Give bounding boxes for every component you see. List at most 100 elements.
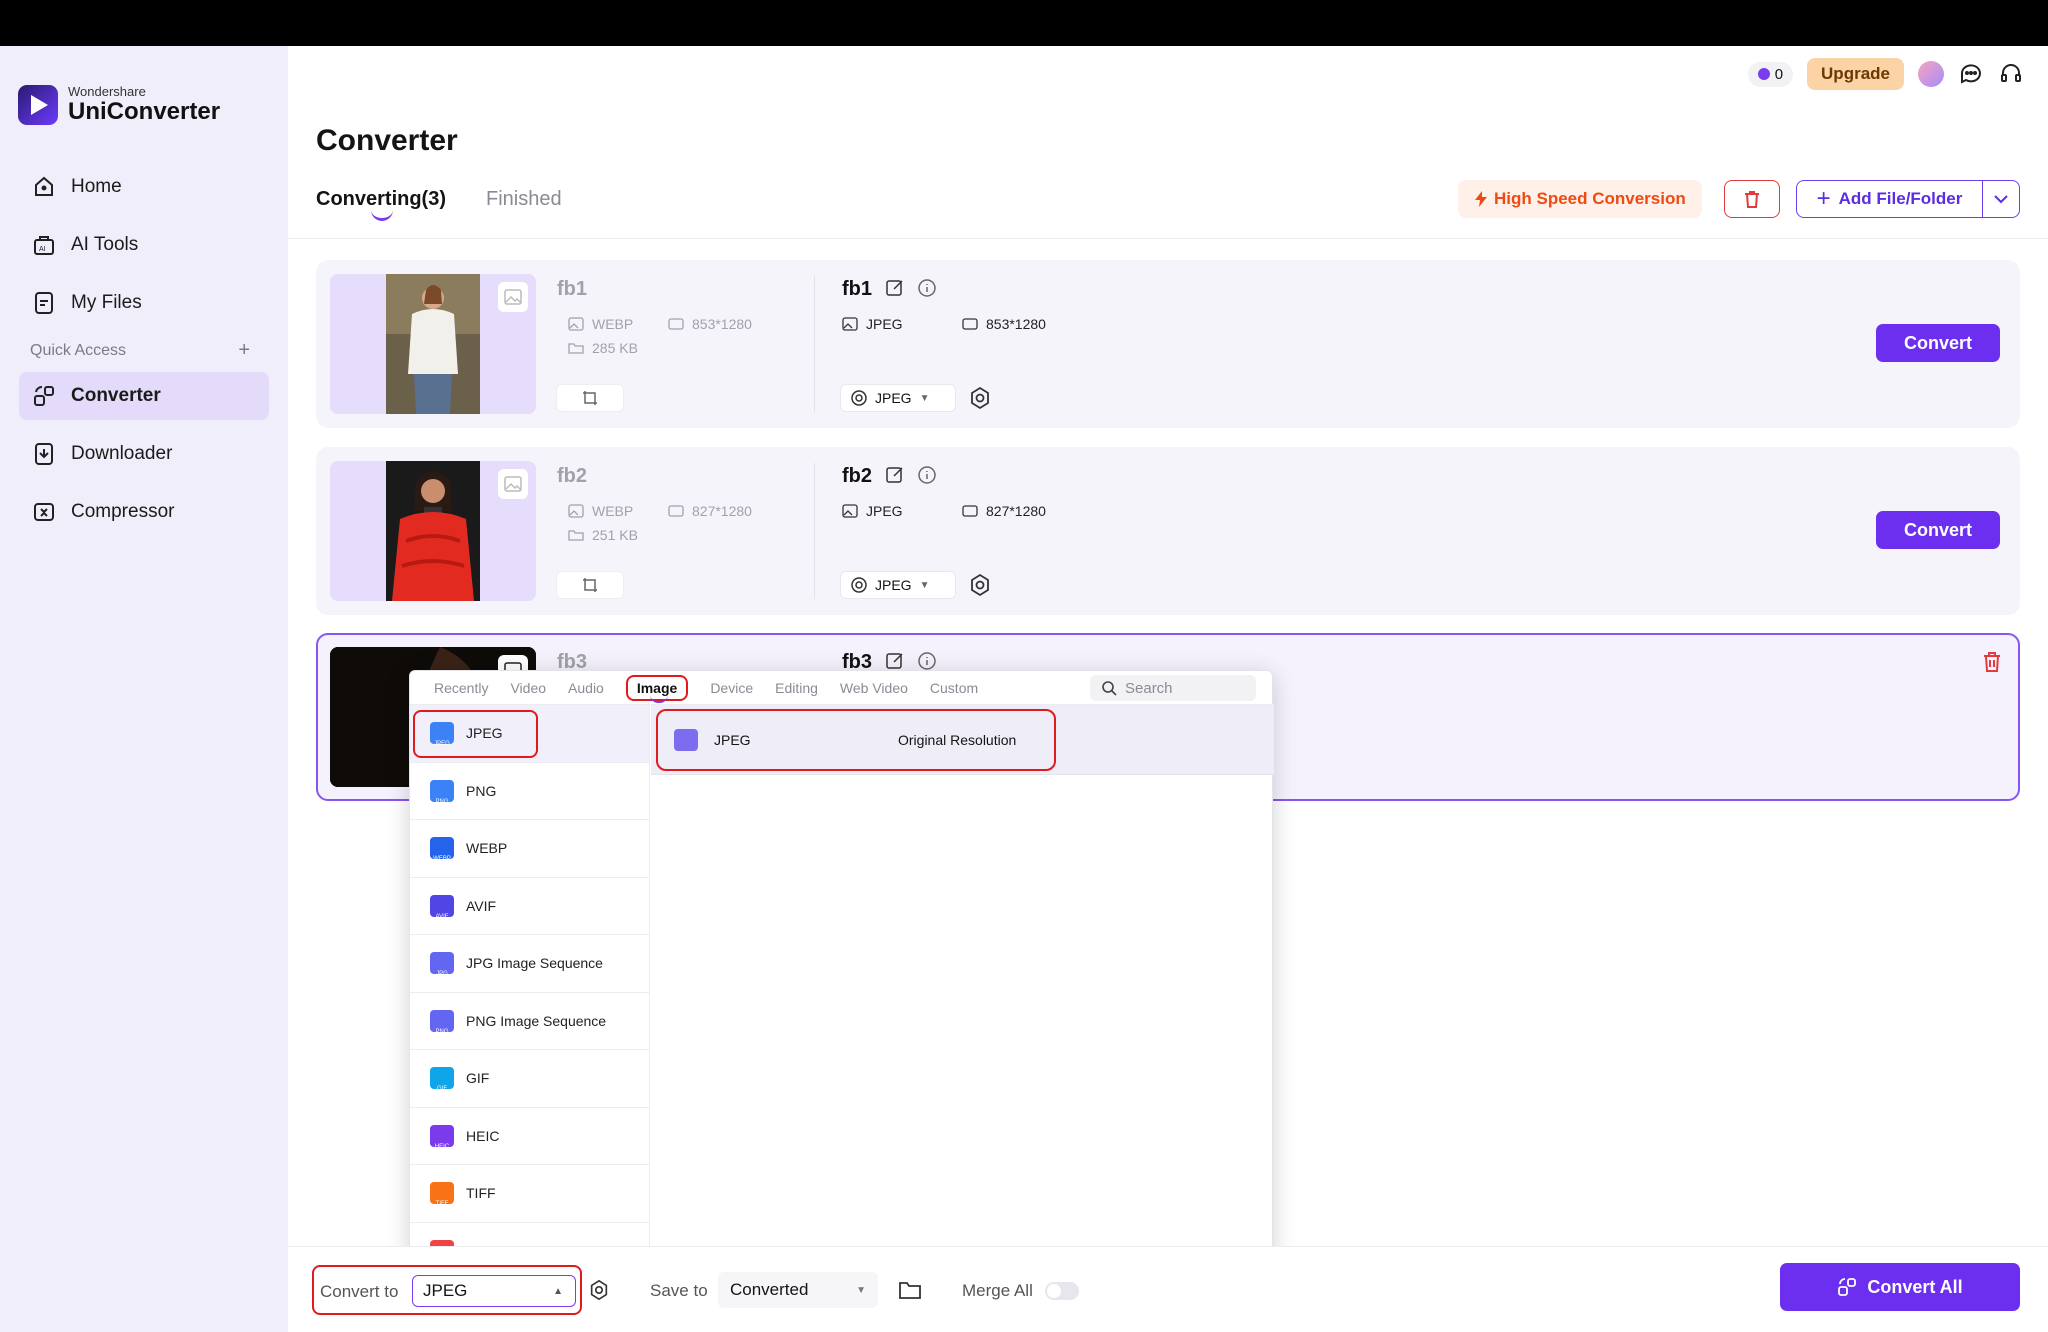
support-headset-icon[interactable]	[1998, 61, 2024, 87]
sidebar: Wondershare UniConverter Home AI AI Tool…	[0, 46, 288, 1332]
quick-access-header: Quick Access +	[30, 340, 250, 360]
format-label: GIF	[466, 1070, 490, 1087]
format-file-icon: AVIF	[430, 894, 454, 920]
window-top-bar	[0, 0, 2048, 46]
output-resolution-value: 827*1280	[986, 503, 1046, 519]
fb2-photo	[386, 461, 480, 601]
tab-web-video[interactable]: Web Video	[840, 680, 908, 696]
page-title: Converter	[316, 124, 458, 157]
convert-settings-gear-icon[interactable]	[588, 1279, 610, 1301]
resolution-icon	[962, 505, 978, 517]
source-resolution-value: 827*1280	[692, 503, 752, 519]
format-file-icon: HEIC	[430, 1124, 454, 1150]
tab-image[interactable]: Image	[625, 674, 689, 703]
format-item-png[interactable]: PNG PNG	[410, 763, 649, 820]
format-tag: JPG	[436, 971, 448, 978]
bottom-bar: Convert to JPEG ▲ Save to Converted ▼ Merg…	[288, 1246, 2048, 1332]
sidebar-item-ai-tools[interactable]: AI AI Tools	[19, 221, 269, 269]
format-item-tiff[interactable]: TIFF TIFF	[410, 1165, 649, 1223]
delete-all-button[interactable]	[1724, 180, 1780, 218]
format-item-avif[interactable]: AVIF AVIF	[410, 878, 649, 935]
format-item-gif[interactable]: GIF GIF	[410, 1050, 649, 1108]
format-tag: WEBP	[433, 856, 451, 863]
output-format-value: JPEG	[866, 503, 903, 519]
output-file-name: fb2	[842, 465, 872, 487]
settings-gear-icon[interactable]	[968, 573, 992, 597]
output-format: JPEG	[842, 316, 903, 332]
edit-button[interactable]	[556, 384, 624, 412]
format-item-webp[interactable]: WEBP WEBP	[410, 820, 649, 878]
format-item-jpg-image-sequence[interactable]: JPG JPG Image Sequence	[410, 935, 649, 993]
delete-file-icon[interactable]	[1982, 651, 2002, 673]
source-resolution: 827*1280	[668, 503, 752, 519]
brand-name: UniConverter	[68, 98, 221, 125]
convert-button[interactable]: Convert	[1876, 511, 2000, 549]
message-icon[interactable]	[1958, 61, 1984, 87]
format-tag: AVIF	[435, 913, 449, 920]
avatar[interactable]	[1918, 61, 1944, 87]
target-format-select[interactable]: JPEG ▼	[840, 571, 956, 599]
rename-icon[interactable]	[886, 652, 904, 670]
tab-device[interactable]: Device	[710, 680, 753, 696]
crop-edit-icon	[583, 578, 597, 592]
upgrade-button[interactable]: Upgrade	[1807, 58, 1904, 90]
source-resolution: 853*1280	[668, 316, 752, 332]
sidebar-item-label: Compressor	[71, 501, 175, 522]
format-item-jpeg[interactable]: JPEG JPEG	[410, 705, 649, 763]
home-icon	[35, 176, 53, 196]
sidebar-item-converter[interactable]: Converter	[19, 372, 269, 420]
format-search-input[interactable]: Search	[1090, 675, 1256, 701]
tab-converting[interactable]: Converting(3)	[316, 188, 446, 221]
sidebar-item-compressor[interactable]: Compressor	[19, 488, 269, 536]
info-icon[interactable]	[918, 652, 936, 670]
save-to-select[interactable]: Converted ▼	[718, 1272, 878, 1308]
image-type-icon	[498, 282, 528, 312]
source-format: WEBP	[568, 316, 633, 332]
format-tag: PNG	[435, 798, 449, 805]
source-size: 251 KB	[568, 527, 638, 543]
source-format: WEBP	[568, 503, 633, 519]
sidebar-item-my-files[interactable]: My Files	[19, 279, 269, 327]
add-quick-access-icon[interactable]: +	[238, 340, 250, 360]
settings-gear-icon[interactable]	[968, 386, 992, 410]
card-divider	[814, 463, 815, 599]
edit-button[interactable]	[556, 571, 624, 599]
tab-audio[interactable]: Audio	[568, 680, 604, 696]
rename-icon[interactable]	[886, 279, 904, 297]
output-format-value: JPEG	[866, 316, 903, 332]
info-icon[interactable]	[918, 279, 936, 297]
convert-all-button[interactable]: Convert All	[1780, 1263, 2020, 1311]
tab-video[interactable]: Video	[510, 680, 546, 696]
tab-editing[interactable]: Editing	[775, 680, 818, 696]
format-label: PNG	[466, 782, 497, 799]
resolution-icon	[668, 505, 684, 517]
format-item-heic[interactable]: HEIC HEIC	[410, 1108, 649, 1165]
tab-custom[interactable]: Custom	[930, 680, 978, 696]
sidebar-item-home[interactable]: Home	[19, 163, 269, 211]
convert-button[interactable]: Convert	[1876, 324, 2000, 362]
target-format-select[interactable]: JPEG ▼	[840, 384, 956, 412]
add-file-dropdown[interactable]	[1983, 194, 2019, 204]
search-icon	[1102, 680, 1117, 696]
open-folder-icon[interactable]	[898, 1279, 922, 1301]
add-file-main[interactable]: + Add File/Folder	[1797, 181, 1983, 217]
format-item-png-image-sequence[interactable]: PNG PNG Image Sequence	[410, 993, 649, 1050]
credits-badge[interactable]: 0	[1747, 61, 1794, 87]
add-file-folder-button[interactable]: + Add File/Folder	[1796, 180, 2020, 218]
convert-to-select[interactable]: JPEG ▲	[412, 1275, 576, 1307]
image-icon	[842, 317, 858, 331]
source-format-value: WEBP	[592, 316, 634, 332]
tab-recently[interactable]: Recently	[434, 680, 488, 696]
format-file-icon: PNG	[430, 779, 454, 805]
rename-icon[interactable]	[886, 466, 904, 484]
tab-finished[interactable]: Finished	[486, 188, 562, 211]
high-speed-conversion-button[interactable]: High Speed Conversion	[1458, 180, 1702, 218]
sidebar-item-downloader[interactable]: Downloader	[19, 430, 269, 478]
info-icon[interactable]	[918, 466, 936, 484]
format-file-icon: TIFF	[430, 1182, 454, 1207]
merge-all-toggle[interactable]	[1045, 1282, 1079, 1300]
format-label: WEBP	[466, 840, 508, 857]
source-size-value: 285 KB	[592, 340, 638, 356]
format-icon	[851, 390, 867, 406]
preset-row-original[interactable]: JPEG Original Resolution	[656, 709, 1056, 771]
